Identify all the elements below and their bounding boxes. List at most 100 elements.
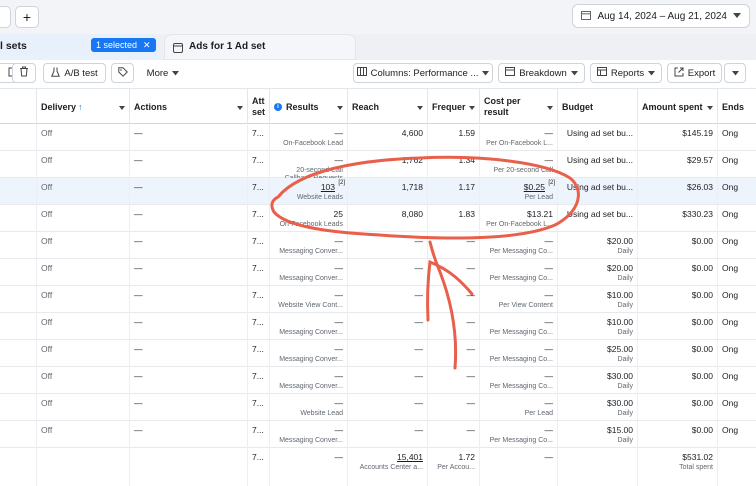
table-row[interactable]: Off —7... — Messaging Conver... — — — Per Messa… (0, 340, 756, 367)
cell-budget[interactable]: $15.00 Daily (558, 421, 638, 448)
export-menu-button[interactable] (724, 63, 746, 83)
totals-results: — (270, 448, 348, 486)
cell-name (0, 232, 37, 259)
header-delivery-label: Delivery (41, 102, 77, 112)
calendar-icon (581, 10, 592, 23)
delete-button[interactable] (12, 63, 36, 83)
cell-results: — Messaging Conver... (270, 340, 348, 367)
chevron-down-icon (337, 102, 343, 112)
header-results[interactable]: i Results (270, 89, 348, 125)
cell-reach: — (348, 394, 428, 421)
columns-button[interactable]: Columns: Performance ... (353, 63, 493, 83)
table-row[interactable]: Off —7... — On-Facebook Lead 4,600 1.59— Per O… (0, 124, 756, 151)
close-icon[interactable]: ✕ (143, 40, 151, 51)
table-row[interactable]: Off —7... — Website Lead — — — Per Lead $30.00 Da… (0, 394, 756, 421)
cell-delivery[interactable]: Off (37, 367, 130, 394)
header-budget[interactable]: Budget (558, 89, 638, 125)
reports-button[interactable]: Reports (590, 63, 662, 83)
cell-actions: — (130, 340, 248, 367)
cell-budget[interactable]: $25.00 Daily (558, 340, 638, 367)
cell-delivery[interactable]: Off (37, 178, 130, 205)
header-attribution[interactable]: Att set (248, 89, 270, 125)
cell-budget[interactable]: $20.00 Daily (558, 232, 638, 259)
totals-row: 7... — 15,401 Accounts Center a... 1.72 Pe… (0, 448, 756, 486)
breakdown-button[interactable]: Breakdown (498, 63, 585, 83)
table-row[interactable]: Off —7... — Messaging Conver... — — — Per Messa… (0, 421, 756, 448)
table-row[interactable]: Off —7... 103 [2] Website Leads 1,718 1.17 $0.2… (0, 178, 756, 205)
tab-ads[interactable]: Ads for 1 Ad set (164, 34, 356, 60)
cell-budget[interactable]: $10.00 Daily (558, 286, 638, 313)
table-row[interactable]: Off—7...—20-second CallCallback Requests… (0, 151, 756, 178)
cell-cpr: — Per View Content (480, 286, 558, 313)
chevron-down-icon (733, 11, 741, 22)
header-cost-per-result[interactable]: Cost per result (480, 89, 558, 125)
cell-freq: — (428, 259, 480, 286)
cell-budget[interactable]: Using ad set bu... (558, 178, 638, 205)
tab-ad-sets-label: l sets (0, 40, 27, 52)
cell-cpr: — Per Messaging Co... (480, 232, 558, 259)
header-results-label: Results (286, 102, 319, 112)
cell-cpr: — Per Messaging Co... (480, 259, 558, 286)
breakdown-label: Breakdown (519, 67, 567, 79)
cell-budget[interactable]: $10.00 Daily (558, 313, 638, 340)
cell-delivery[interactable]: Off (37, 313, 130, 340)
table-row[interactable]: Off —7... — Messaging Conver... — — — Per Messa… (0, 259, 756, 286)
tags-button[interactable] (111, 63, 134, 83)
header-actions[interactable]: Actions (130, 89, 248, 125)
cell-ends: Ong (722, 290, 739, 300)
ab-test-button[interactable]: A/B test (43, 63, 106, 83)
footnote-badge: [2] (548, 180, 555, 186)
cell-attr: 7... (248, 313, 270, 340)
cell-budget[interactable]: Using ad set bu... (558, 205, 638, 232)
cell-budget[interactable]: Using ad set bu... (558, 124, 638, 151)
cell-spent: $0.00 (638, 232, 718, 259)
cell-delivery[interactable]: Off (37, 151, 130, 178)
export-button[interactable]: Export (667, 63, 722, 83)
table-row[interactable]: Off —7... — Messaging Conver... — — — Per Messa… (0, 232, 756, 259)
cell-delivery[interactable]: Off (37, 340, 130, 367)
more-button[interactable]: More (140, 63, 186, 83)
cell-budget[interactable]: $20.00 Daily (558, 259, 638, 286)
cell-delivery[interactable]: Off (37, 286, 130, 313)
header-name-stub[interactable] (0, 89, 37, 125)
cell-budget[interactable]: $30.00 Daily (558, 394, 638, 421)
header-amount-spent[interactable]: Amount spent (638, 89, 718, 125)
cell-results: —20-second CallCallback Requests (270, 151, 348, 178)
cell-ends: Ong (722, 236, 739, 246)
cell-actions: — (130, 151, 248, 178)
cell-spent: $0.00 (638, 421, 718, 448)
cell-freq: 1.17 (428, 178, 480, 205)
header-reach[interactable]: Reach (348, 89, 428, 125)
cell-reach: 1,718 (348, 178, 428, 205)
chevron-down-icon (469, 102, 475, 112)
cell-spent: $29.57 (638, 151, 718, 178)
cell-delivery[interactable]: Off (37, 394, 130, 421)
table-row[interactable]: Off —7... 25 On-Facebook Leads 8,080 1.83 $13.… (0, 205, 756, 232)
header-delivery[interactable]: Delivery ↑ (37, 89, 130, 125)
header-ends[interactable]: Ends (718, 89, 756, 125)
cell-delivery[interactable]: Off (37, 232, 130, 259)
cell-actions: — (130, 232, 248, 259)
cell-delivery[interactable]: Off (37, 259, 130, 286)
cell-name (0, 124, 37, 151)
cell-name (0, 340, 37, 367)
cell-budget[interactable]: Using ad set bu... (558, 151, 638, 178)
table-row[interactable]: Off —7... — Messaging Conver... — — — Per Messa… (0, 367, 756, 394)
cell-name (0, 151, 37, 178)
table-row[interactable]: Off —7... — Website View Cont... — — — Per View… (0, 286, 756, 313)
add-tab-button[interactable]: + (15, 6, 39, 28)
cell-delivery[interactable]: Off (37, 124, 130, 151)
cell-spent: $145.19 (638, 124, 718, 151)
table-row[interactable]: Off —7... — Messaging Conver... — — — Per Messa… (0, 313, 756, 340)
date-range-picker[interactable]: Aug 14, 2024 – Aug 21, 2024 (572, 4, 750, 28)
cell-delivery[interactable]: Off (37, 421, 130, 448)
tab-ad-sets[interactable]: l sets 1 selected ✕ (0, 34, 160, 60)
cell-name (0, 259, 37, 286)
cell-results: — Website Lead (270, 394, 348, 421)
selected-badge[interactable]: 1 selected ✕ (91, 38, 156, 52)
cell-delivery[interactable]: Off (37, 205, 130, 232)
header-frequency[interactable]: Frequer (428, 89, 480, 125)
prev-tab-stub[interactable] (0, 6, 11, 28)
cell-budget[interactable]: $30.00 Daily (558, 367, 638, 394)
cell-attr: 7... (248, 151, 270, 178)
